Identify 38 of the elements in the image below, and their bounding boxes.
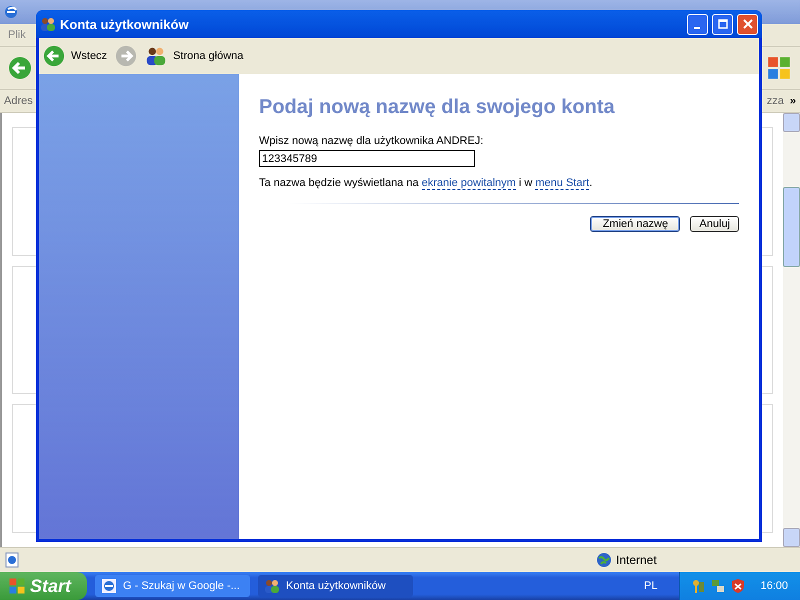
link[interactable]: menu Start: [535, 177, 590, 190]
scroll-thumb[interactable]: [783, 187, 800, 267]
zone-label: Internet: [616, 553, 658, 567]
window-title: Konta użytkowników: [60, 16, 189, 32]
home-button[interactable]: Strona główna: [145, 45, 244, 67]
scroll-down-button[interactable]: [783, 528, 800, 547]
users-icon: [145, 45, 168, 67]
maximize-button[interactable]: [712, 14, 733, 34]
page-icon: [4, 552, 20, 568]
globe-icon: [596, 552, 612, 568]
name-input-field[interactable]: 123345789: [259, 150, 475, 167]
scroll-up-button[interactable]: [783, 113, 800, 132]
cancel-button[interactable]: Anuluj: [690, 216, 739, 232]
link[interactable]: ekranie powitalnym: [422, 177, 516, 190]
windows-logo-icon: [8, 577, 26, 595]
clock: 16:00: [760, 580, 788, 592]
taskbar-button[interactable]: G - Szukaj w Google -...: [95, 575, 250, 597]
rename-button[interactable]: Zmień nazwę: [590, 216, 680, 232]
links-label[interactable]: zza: [766, 95, 784, 107]
language-indicator[interactable]: PL: [644, 580, 658, 592]
back-icon[interactable]: [8, 56, 32, 80]
taskbar-button[interactable]: Konta użytkowników: [258, 575, 414, 597]
note-text: Ta nazwa będzie wyświetlana na ekranie powitalnym i w menu Start.: [259, 177, 594, 189]
field-label: Wpisz nową nazwę dla użytkownika ANDREJ:: [259, 135, 484, 147]
minimize-button[interactable]: [687, 14, 708, 34]
scrollbar[interactable]: [783, 113, 800, 547]
shield-icon[interactable]: [730, 578, 746, 594]
users-icon: [264, 578, 280, 594]
close-icon: [742, 19, 752, 29]
chevron-icon[interactable]: »: [790, 95, 796, 107]
windows-logo-icon: [766, 55, 792, 81]
page-heading: Podaj nową nazwę dla swojego konta: [259, 96, 616, 119]
minimize-icon: [694, 27, 700, 29]
close-button[interactable]: [737, 14, 758, 34]
maximize-icon: [718, 19, 728, 29]
users-icon: [40, 16, 56, 32]
address-label: Adres: [4, 95, 33, 107]
back-button[interactable]: Wstecz: [43, 45, 108, 67]
